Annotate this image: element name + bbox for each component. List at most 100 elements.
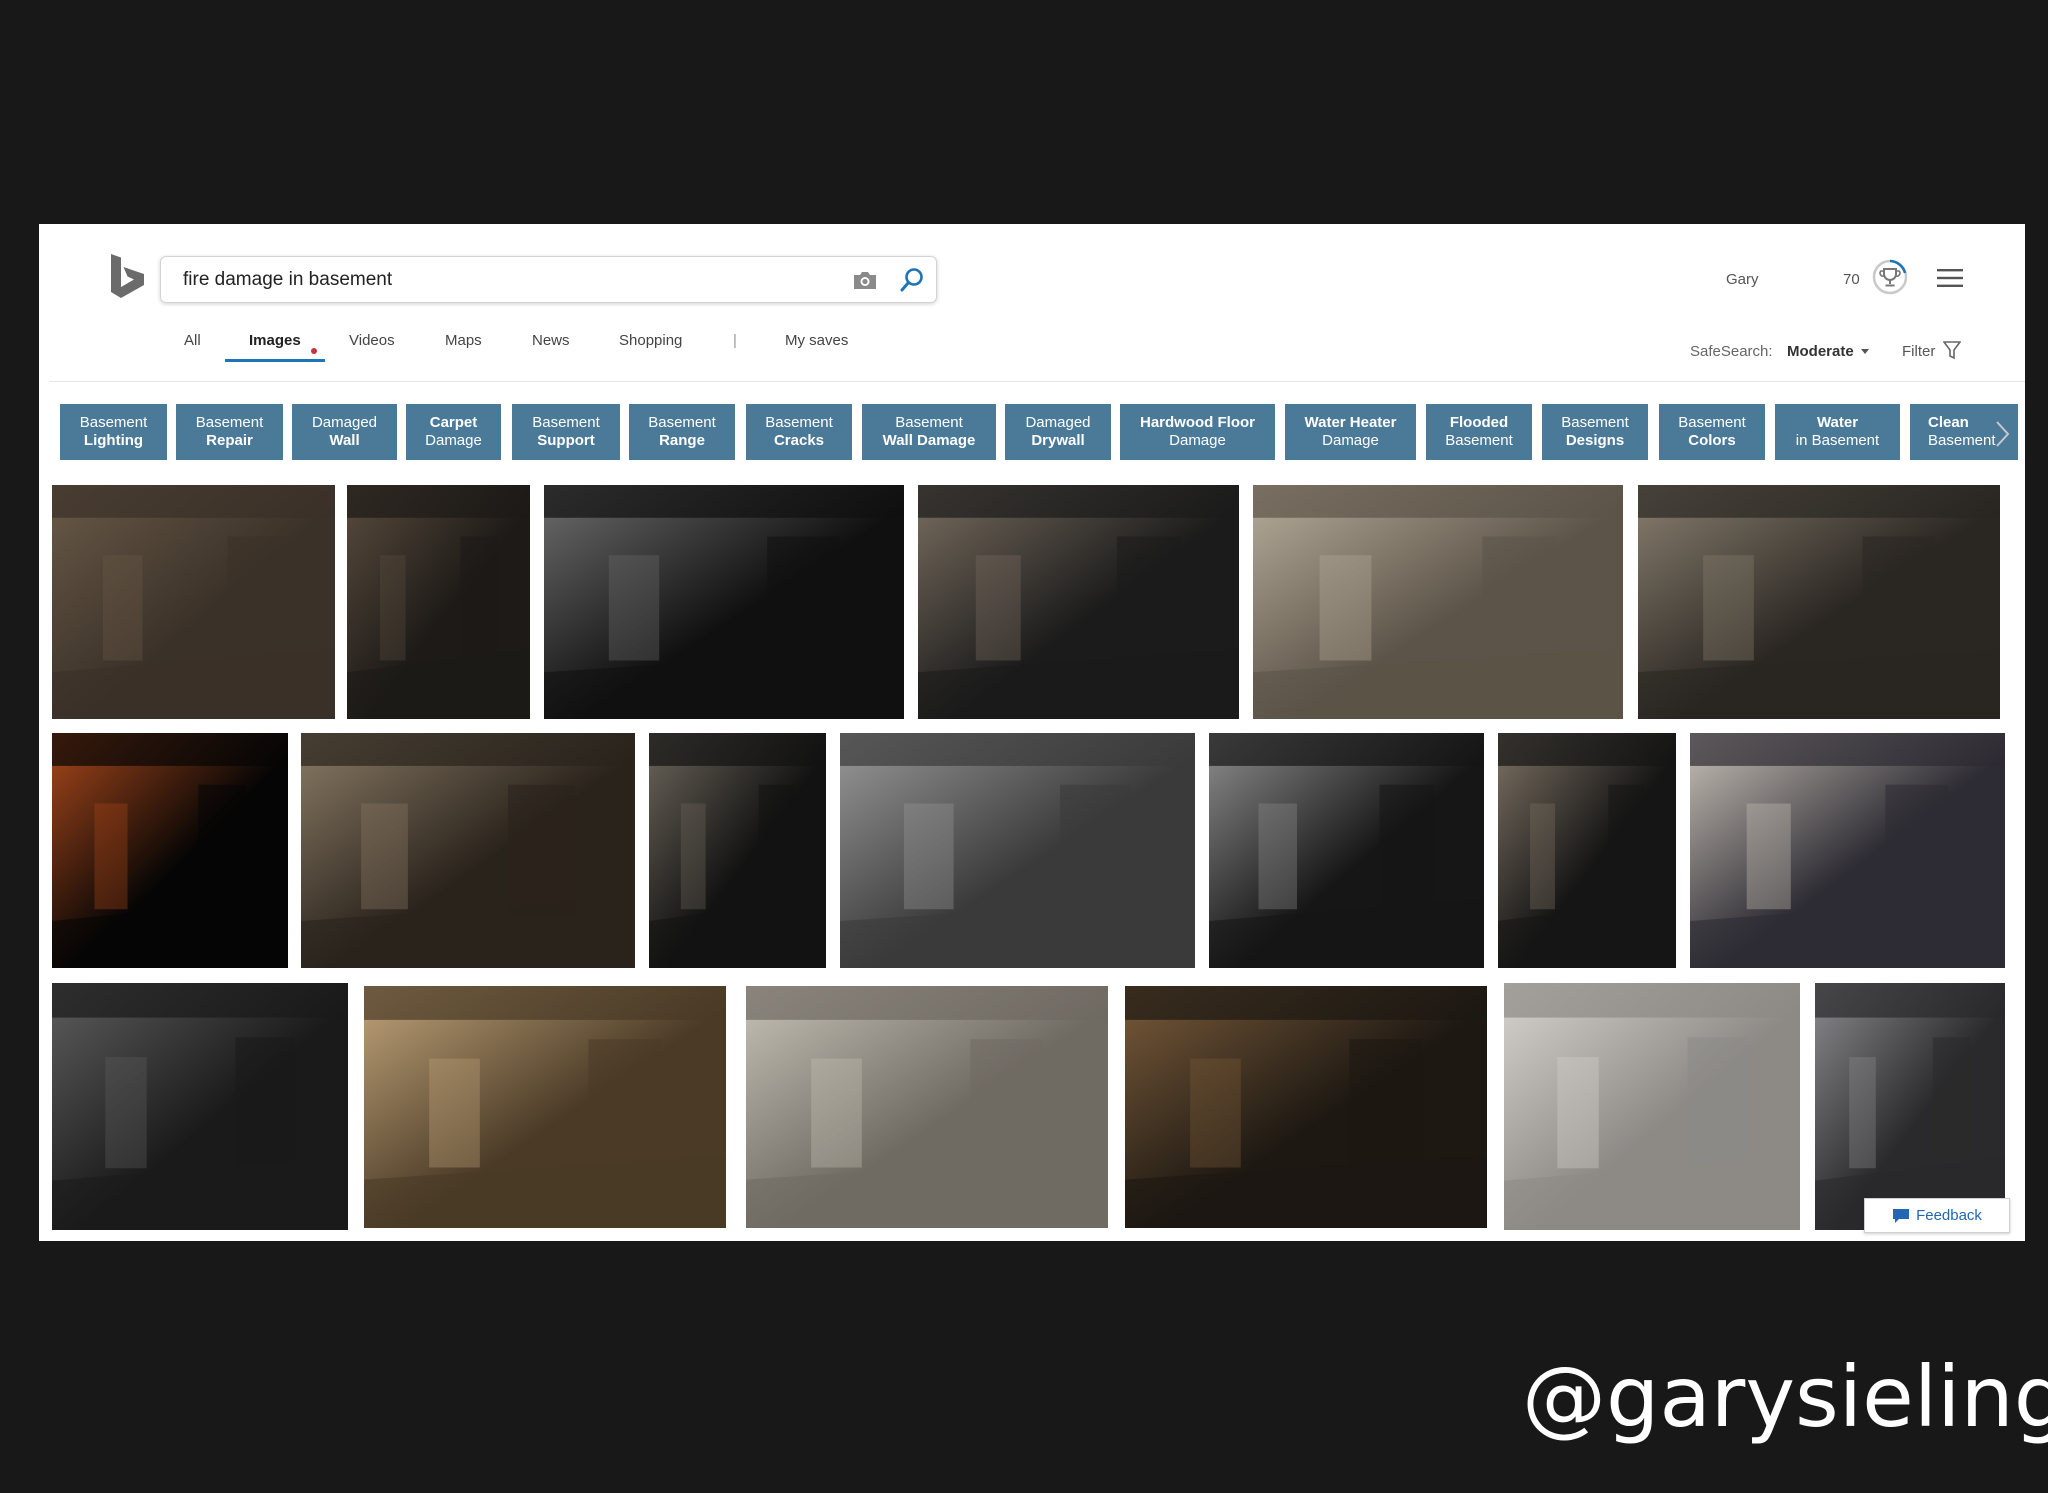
image-result-thumbnail[interactable]: [364, 986, 726, 1228]
photo-placeholder: [1498, 733, 1676, 968]
related-search-chip[interactable]: Basement Colors: [1659, 404, 1765, 460]
safesearch-dropdown[interactable]: Moderate: [1787, 343, 1854, 360]
image-result-thumbnail[interactable]: [301, 733, 635, 968]
chip-label-line1: Basement: [1678, 414, 1746, 431]
related-search-chip[interactable]: Basement Lighting: [60, 404, 167, 460]
photo-placeholder: [746, 986, 1108, 1228]
browser-screenshot: Gary 70 All Images Videos Maps News Shop…: [39, 224, 2025, 1241]
image-result-thumbnail[interactable]: [52, 733, 288, 968]
chip-label-line1: Basement: [765, 414, 833, 431]
chip-label-line2: Damage: [425, 432, 482, 449]
chip-label-line2: Designs: [1565, 432, 1625, 449]
photo-placeholder: [52, 733, 288, 968]
related-search-chip[interactable]: Basement Designs: [1542, 404, 1648, 460]
chip-label-line1: Clean: [1928, 414, 1969, 431]
tab-news[interactable]: News: [532, 332, 570, 349]
image-result-thumbnail[interactable]: [52, 485, 335, 719]
chip-label-line2: Wall: [329, 432, 360, 449]
photo-placeholder: [52, 983, 348, 1230]
chip-label-line2: Lighting: [83, 432, 144, 449]
photo-placeholder: [364, 986, 726, 1228]
related-search-chip[interactable]: Carpet Damage: [406, 404, 501, 460]
user-name[interactable]: Gary: [1726, 271, 1759, 288]
search-input[interactable]: [183, 257, 823, 302]
related-search-chip[interactable]: Hardwood Floor Damage: [1120, 404, 1275, 460]
tab-videos[interactable]: Videos: [349, 332, 395, 349]
chip-label-line1: Basement: [532, 414, 600, 431]
nav-divider: [49, 381, 2025, 382]
related-search-chip[interactable]: Basement Support: [512, 404, 620, 460]
photo-placeholder: [1504, 983, 1800, 1230]
related-search-chip[interactable]: Basement Repair: [176, 404, 283, 460]
chip-label-line1: Basement: [648, 414, 716, 431]
chip-label-line1: Water: [1816, 414, 1859, 431]
image-result-thumbnail[interactable]: [840, 733, 1195, 968]
chip-label-line2: Drywall: [1031, 432, 1085, 449]
image-result-thumbnail[interactable]: [746, 986, 1108, 1228]
related-search-chip[interactable]: Basement Range: [629, 404, 735, 460]
rewards-trophy-icon[interactable]: [1872, 259, 1908, 295]
chip-label-line2: Repair: [206, 432, 253, 449]
tab-images[interactable]: Images: [249, 332, 301, 349]
search-icon[interactable]: [899, 267, 925, 293]
image-result-thumbnail[interactable]: [1253, 485, 1623, 719]
camera-icon[interactable]: [852, 269, 878, 291]
chip-label-line1: Damaged: [1025, 414, 1091, 431]
chip-label-line2: Support: [537, 432, 595, 449]
image-result-thumbnail[interactable]: [1209, 733, 1484, 968]
chevron-down-icon[interactable]: [1861, 349, 1869, 354]
related-search-chip[interactable]: Basement Cracks: [746, 404, 852, 460]
chip-label-line2: Wall Damage: [882, 432, 976, 449]
image-result-thumbnail[interactable]: [1504, 983, 1800, 1230]
image-result-thumbnail[interactable]: [918, 485, 1239, 719]
feedback-button[interactable]: Feedback: [1864, 1198, 2010, 1233]
image-result-thumbnail[interactable]: [649, 733, 826, 968]
chip-label-line2: Damage: [1322, 432, 1379, 449]
presenter-handle: @garysieling: [1522, 1348, 2048, 1446]
chip-label-line1: Water Heater: [1304, 414, 1397, 431]
tab-shopping[interactable]: Shopping: [619, 332, 682, 349]
related-search-chip[interactable]: Water in Basement: [1775, 404, 1900, 460]
search-box[interactable]: [160, 256, 937, 303]
chip-label-line2: Basement: [1928, 432, 1996, 449]
chip-label-line1: Flooded: [1449, 414, 1509, 431]
tab-all[interactable]: All: [184, 332, 201, 349]
chip-label-line2: Range: [659, 432, 705, 449]
chip-label-line1: Basement: [895, 414, 963, 431]
image-result-thumbnail[interactable]: [52, 983, 348, 1230]
photo-placeholder: [918, 485, 1239, 719]
image-result-thumbnail[interactable]: [1498, 733, 1676, 968]
chat-bubble-icon: [1893, 1208, 1910, 1223]
related-search-chip[interactable]: Damaged Drywall: [1005, 404, 1111, 460]
hamburger-menu-icon[interactable]: [1937, 268, 1963, 288]
filter-button[interactable]: Filter: [1902, 343, 1935, 360]
chip-label-line1: Basement: [79, 414, 148, 431]
feedback-label: Feedback: [1916, 1207, 1982, 1224]
image-result-thumbnail[interactable]: [1638, 485, 2000, 719]
image-result-thumbnail[interactable]: [1815, 983, 2005, 1230]
image-result-thumbnail[interactable]: [1690, 733, 2005, 968]
related-search-chip[interactable]: Basement Wall Damage: [862, 404, 996, 460]
image-result-thumbnail[interactable]: [544, 485, 904, 719]
rewards-count[interactable]: 70: [1843, 271, 1860, 288]
tab-my-saves[interactable]: My saves: [785, 332, 848, 349]
notification-dot: [311, 348, 317, 354]
photo-placeholder: [840, 733, 1195, 968]
active-tab-indicator: [225, 359, 325, 362]
related-search-chip[interactable]: Damaged Wall: [292, 404, 397, 460]
photo-placeholder: [52, 485, 335, 719]
related-search-chip[interactable]: Flooded Basement: [1426, 404, 1532, 460]
photo-placeholder: [1638, 485, 2000, 719]
filter-icon[interactable]: [1943, 340, 1961, 360]
bing-logo[interactable]: [107, 254, 149, 302]
chip-label-line1: Basement: [195, 414, 264, 431]
tab-maps[interactable]: Maps: [445, 332, 482, 349]
image-result-thumbnail[interactable]: [347, 485, 530, 719]
related-search-chip[interactable]: Water Heater Damage: [1285, 404, 1416, 460]
photo-placeholder: [544, 485, 904, 719]
tab-divider: |: [733, 332, 737, 349]
chip-label-line1: Damaged: [311, 414, 378, 431]
related-searches-row: Basement Lighting Basement Repair Damaged W…: [60, 404, 2018, 462]
image-result-thumbnail[interactable]: [1125, 986, 1487, 1228]
chevron-right-icon[interactable]: [1994, 420, 2010, 448]
